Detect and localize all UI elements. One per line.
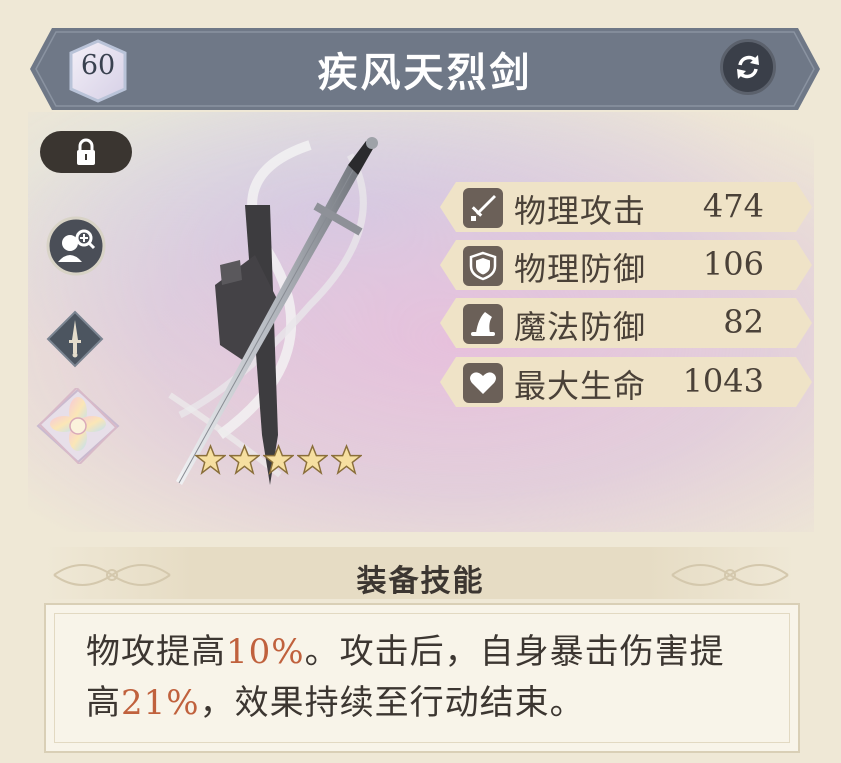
stat-max-hp: 最大生命 1043 — [440, 357, 812, 407]
star-icon — [263, 444, 294, 475]
stat-label: 物理攻击 — [514, 192, 647, 230]
lock-button[interactable] — [40, 131, 132, 173]
stat-value: 474 — [702, 187, 764, 225]
star-icon — [195, 444, 226, 475]
weapon-illustration — [168, 137, 378, 485]
stat-label: 物理防御 — [514, 250, 647, 288]
item-header: 60 疾风天烈剑 — [30, 28, 820, 110]
stat-label: 最大生命 — [514, 367, 647, 405]
character-search-icon[interactable] — [46, 216, 106, 276]
lock-icon — [77, 138, 95, 165]
star-icon — [229, 444, 260, 475]
stat-physical-defense: 物理防御 106 — [440, 240, 812, 290]
swap-button[interactable] — [720, 39, 776, 95]
item-name: 疾风天烈剑 — [317, 49, 533, 96]
star-icon — [331, 444, 362, 475]
skill-text-part: 。攻击后，自身暴击伤害提 — [304, 632, 725, 672]
skill-description-box: 物攻提高10%。攻击后，自身暴击伤害提 高21%，效果持续至行动结束。 — [44, 603, 800, 753]
stat-value: 106 — [702, 245, 764, 283]
stat-label: 魔法防御 — [514, 308, 647, 346]
stat-value: 82 — [723, 303, 764, 341]
skill-highlight-value: 10% — [226, 632, 305, 672]
shield-icon — [463, 246, 503, 286]
heart-icon — [463, 363, 503, 403]
stat-value: 1043 — [682, 362, 764, 400]
skill-text-part: 高 — [86, 683, 121, 723]
skill-section-title: 装备技能 — [356, 564, 485, 599]
stat-magic-defense: 魔法防御 82 — [440, 298, 812, 348]
sword-type-icon — [46, 310, 104, 368]
skill-highlight-value: 21% — [121, 683, 200, 723]
sword-icon — [463, 188, 503, 228]
swap-arrows-icon — [737, 55, 759, 79]
star-icon — [297, 444, 328, 475]
lotus-emblem-icon — [36, 388, 120, 464]
wizard-hat-icon — [463, 304, 503, 344]
star-rating — [195, 444, 362, 475]
skill-text-part: 物攻提高 — [86, 632, 226, 672]
stat-physical-attack: 物理攻击 474 — [440, 182, 812, 232]
skill-text-part: ，效果持续至行动结束。 — [199, 683, 585, 723]
skill-description: 物攻提高10%。攻击后，自身暴击伤害提 高21%，效果持续至行动结束。 — [86, 627, 766, 729]
